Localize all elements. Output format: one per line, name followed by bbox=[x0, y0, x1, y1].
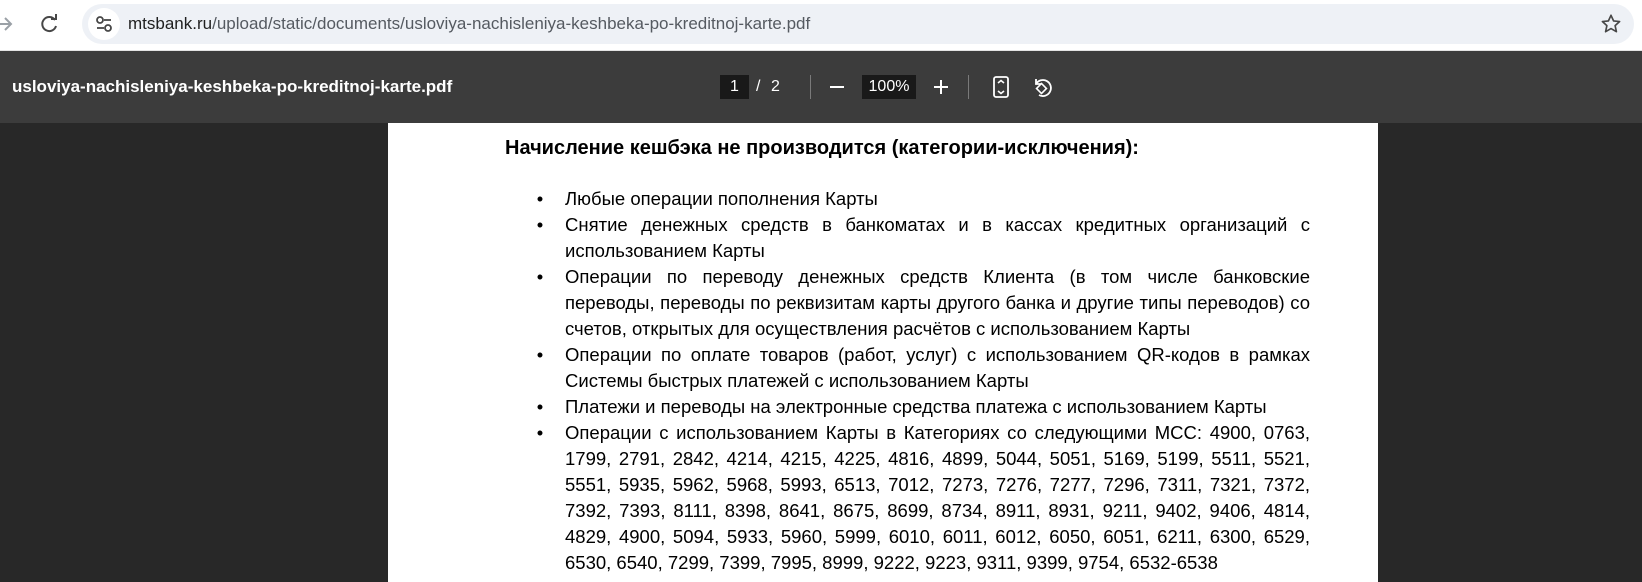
fit-page-icon[interactable] bbox=[990, 75, 1012, 99]
pdf-page: Начисление кешбэка не производится (кате… bbox=[388, 123, 1378, 582]
url-path: /upload/static/documents/usloviya-nachis… bbox=[212, 14, 811, 33]
list-item-text: Операции с использованием Карты в Катего… bbox=[565, 422, 1310, 573]
list-item-text: Снятие денежных средств в банкоматах и в… bbox=[565, 214, 1310, 261]
list-item-text: Операции по переводу денежных средств Кл… bbox=[565, 266, 1310, 339]
bullet: • bbox=[536, 422, 544, 443]
list-item: • Операции по переводу денежных средств К… bbox=[537, 264, 1310, 342]
toolbar-divider bbox=[810, 75, 811, 99]
list-item-text: Платежи и переводы на электронные средст… bbox=[565, 396, 1267, 417]
forward-icon[interactable] bbox=[0, 14, 14, 34]
zoom-level-input[interactable]: 100% bbox=[862, 75, 916, 99]
file-title: usloviya-nachisleniya-keshbeka-po-kredit… bbox=[12, 77, 453, 96]
url-host: mtsbank.ru bbox=[128, 14, 213, 33]
list-item: • Платежи и переводы на электронные средс… bbox=[537, 394, 1310, 420]
pdf-toolbar: usloviya-nachisleniya-keshbeka-po-kredit… bbox=[0, 51, 1642, 123]
list-item: • Снятие денежных средств в банкоматах и … bbox=[537, 212, 1310, 264]
zoom-out-minus-icon[interactable] bbox=[826, 76, 848, 98]
section-heading: Начисление кешбэка не производится (кате… bbox=[505, 137, 1139, 159]
site-info-icon[interactable] bbox=[88, 8, 120, 40]
list-item-text: Операции по оплате товаров (работ, услуг… bbox=[565, 344, 1310, 391]
total-pages: 2 bbox=[771, 78, 780, 95]
bullet: • bbox=[536, 396, 544, 417]
page-number-input[interactable]: 1 bbox=[720, 75, 749, 99]
bullet: • bbox=[536, 214, 544, 235]
pdf-viewer[interactable]: Начисление кешбэка не производится (кате… bbox=[0, 123, 1642, 582]
exclusion-list: • Любые операции пополнения Карты • Снятие… bbox=[537, 186, 1310, 576]
list-item: • Операции по оплате товаров (работ, услу… bbox=[537, 342, 1310, 394]
address-bar[interactable]: mtsbank.ru/upload/static/documents/uslov… bbox=[82, 4, 1634, 44]
url-text[interactable]: mtsbank.ru/upload/static/documents/uslov… bbox=[128, 14, 810, 34]
reload-icon[interactable] bbox=[38, 13, 60, 35]
list-item: • Любые операции пополнения Карты bbox=[537, 186, 1310, 212]
browser-toolbar: mtsbank.ru/upload/static/documents/uslov… bbox=[0, 0, 1642, 51]
bullet: • bbox=[536, 266, 544, 287]
bookmark-star-icon[interactable] bbox=[1600, 13, 1622, 35]
list-item: • Операции с использованием Карты в Катег… bbox=[537, 420, 1310, 576]
toolbar-divider bbox=[968, 75, 969, 99]
page-separator: / bbox=[756, 78, 761, 95]
rotate-icon[interactable] bbox=[1030, 75, 1054, 99]
bullet: • bbox=[536, 188, 544, 209]
list-item-text: Любые операции пополнения Карты bbox=[565, 188, 878, 209]
zoom-in-plus-icon[interactable] bbox=[930, 76, 952, 98]
bullet: • bbox=[536, 344, 544, 365]
